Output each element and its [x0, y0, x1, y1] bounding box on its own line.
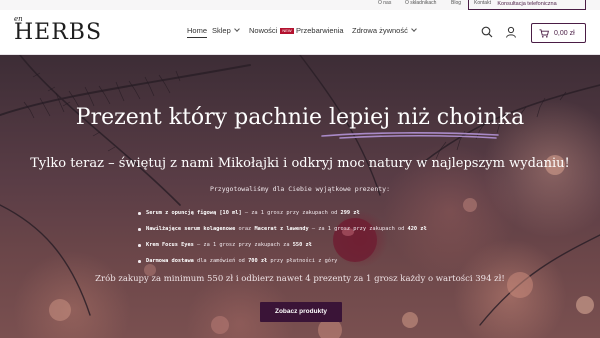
gift-name: Darmowa dostawa — [146, 258, 194, 264]
user-icon[interactable] — [505, 26, 517, 38]
nav-healthy-food[interactable]: Zdrowa żywność — [352, 25, 417, 37]
list-item: Nawilżające serum kolagenowe oraz Macera… — [138, 221, 538, 237]
site-logo[interactable]: HERBS — [14, 21, 102, 45]
gift-text: przy płatności z góry — [267, 258, 338, 264]
site-header: en HERBS Home Sklep Nowości NEW Przebarwi… — [0, 10, 600, 55]
chevron-down-icon — [233, 26, 240, 32]
gift-amount: 700 zł — [248, 258, 268, 264]
hero-title: Prezent który pachnie lepiej niż choinka — [75, 105, 525, 130]
gift-text: – za 1 grosz przy zakupach od — [241, 210, 341, 216]
cart-button[interactable]: 0,00 zł — [531, 23, 586, 43]
gift-name: Nawilżające serum kolagenowe — [146, 226, 236, 232]
topbar-link-blog[interactable]: Blog — [451, 0, 461, 6]
topbar-link-about[interactable]: O nas — [378, 0, 391, 6]
gift-amount: 299 zł — [340, 210, 360, 216]
hero-promo-text: Zrób zakupy za minimum 550 zł i odbierz … — [95, 274, 505, 284]
list-item: Serum z opuncją figową [10 ml] – za 1 gr… — [138, 205, 538, 221]
list-item: Krem Focus Eyes – za 1 grosz przy zakupa… — [138, 237, 538, 253]
cart-icon — [539, 29, 549, 38]
nav-discoloration[interactable]: Przebarwienia — [296, 25, 344, 37]
hero-banner: Prezent który pachnie lepiej niż choinka… — [0, 55, 600, 338]
nav-shop[interactable]: Sklep — [212, 25, 240, 37]
search-icon[interactable] — [481, 26, 493, 38]
gift-text: oraz — [235, 226, 255, 232]
gift-text: – za 1 grosz przy zakupach za — [193, 242, 293, 248]
gift-amount: 420 zł — [407, 226, 427, 232]
gifts-list: Serum z opuncją figową [10 ml] – za 1 gr… — [138, 205, 538, 269]
cart-total: 0,00 zł — [554, 30, 575, 37]
chevron-down-icon — [411, 26, 417, 32]
nav-healthy-food-label: Zdrowa żywność — [352, 26, 408, 35]
title-underline-decoration — [321, 132, 499, 139]
topbar-link-ingredients[interactable]: O składnikach — [405, 0, 436, 6]
gift-text: dla zamówień od — [193, 258, 249, 264]
christmas-tree-background — [0, 55, 600, 338]
new-badge: NEW — [280, 28, 294, 34]
gift-name: Serum z opuncją figową [10 ml] — [146, 210, 242, 216]
list-item: Darmowa dostawa dla zamówień od 700 zł p… — [138, 253, 538, 269]
see-products-button[interactable]: Zobacz produkty — [260, 302, 342, 322]
gift-name-2: Macerat z lawendy — [254, 226, 309, 232]
gift-text: – za 1 grosz przy zakupach od — [308, 226, 408, 232]
nav-home[interactable]: Home — [187, 25, 208, 38]
top-utility-bar: O nas O składnikach Blog Konsultacja tel… — [0, 0, 600, 10]
nav-new[interactable]: Nowości NEW — [249, 25, 294, 37]
gift-name: Krem Focus Eyes — [146, 242, 194, 248]
gifts-intro: Przygotowaliśmy dla Ciebie wyjątkowe pre… — [209, 185, 390, 193]
gift-amount: 550 zł — [292, 242, 312, 248]
nav-new-label: Nowości — [249, 26, 278, 35]
topbar-link-contact[interactable]: Kontakt — [474, 0, 491, 6]
hero-subtitle: Tylko teraz – świętuj z nami Mikołajki i… — [30, 156, 570, 171]
consultation-label: Konsultacja telefoniczna — [497, 1, 557, 7]
nav-shop-label: Sklep — [212, 26, 231, 35]
